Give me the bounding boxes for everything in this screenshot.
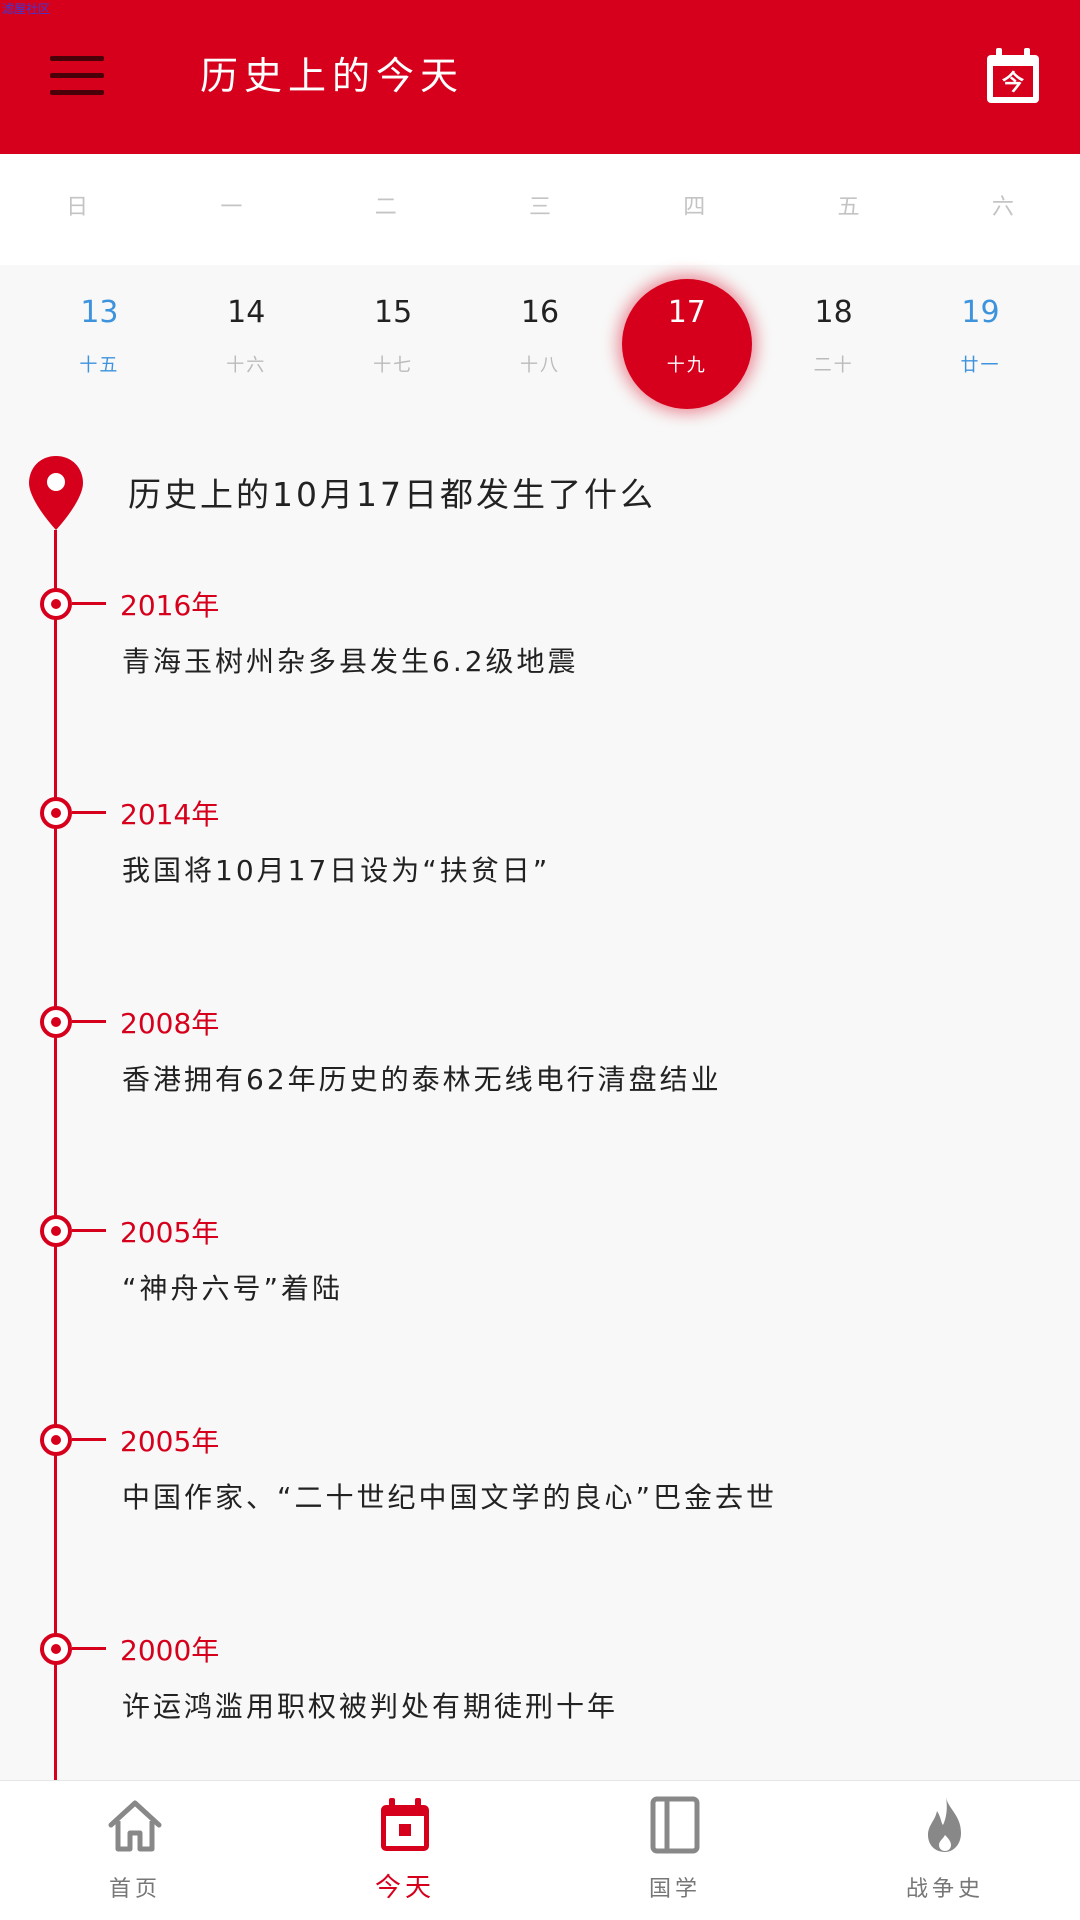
weekday-header: 日一二三四五六 bbox=[0, 154, 1080, 265]
date-number: 14 bbox=[227, 295, 266, 330]
date-cell-selected[interactable]: 17 十九 bbox=[613, 265, 760, 420]
timeline-connector bbox=[72, 1647, 106, 1650]
event-year: 2005年 bbox=[120, 1425, 220, 1458]
app-header: 历史上的今天 今 bbox=[0, 0, 1080, 154]
bottom-tab-bar: 首页 今天 国学 战争史 bbox=[0, 1780, 1080, 1920]
event-description: 香港拥有62年历史的泰林无线电行清盘结业 bbox=[122, 1063, 722, 1096]
timeline-connector bbox=[72, 1438, 106, 1441]
today-icon-char: 今 bbox=[1002, 70, 1024, 96]
page-title: 历史上的今天 bbox=[200, 54, 465, 98]
timeline-dot-icon bbox=[40, 797, 72, 829]
weekday-label: 二 bbox=[374, 195, 397, 220]
event-description: “神舟六号”着陆 bbox=[122, 1272, 344, 1305]
timeline-connector bbox=[72, 811, 106, 814]
calendar-today-icon[interactable]: 今 bbox=[984, 46, 1042, 106]
timeline-event[interactable]: 2005年 “神舟六号”着陆 bbox=[0, 1215, 1080, 1375]
section-header: 历史上的10月17日都发生了什么 bbox=[0, 450, 1080, 530]
lunar-date: 十六 bbox=[226, 355, 267, 376]
lunar-date: 廿一 bbox=[960, 355, 1001, 376]
timeline-dot-icon bbox=[40, 1215, 72, 1247]
event-description: 我国将10月17日设为“扶贫日” bbox=[122, 854, 551, 887]
weekday-label: 五 bbox=[837, 195, 860, 220]
event-description: 青海玉树州杂多县发生6.2级地震 bbox=[122, 645, 579, 678]
timeline-dot-icon bbox=[40, 1006, 72, 1038]
event-year: 2000年 bbox=[120, 1634, 220, 1667]
date-cell[interactable]: 18 二十 bbox=[760, 265, 907, 420]
location-pin-icon bbox=[29, 456, 83, 530]
event-year: 2016年 bbox=[120, 589, 220, 622]
date-cell[interactable]: 19 廿一 bbox=[907, 265, 1054, 420]
date-cell[interactable]: 14 十六 bbox=[173, 265, 320, 420]
section-title: 历史上的10月17日都发生了什么 bbox=[128, 475, 656, 514]
event-description: 中国作家、“二十世纪中国文学的良心”巴金去世 bbox=[122, 1481, 778, 1514]
timeline-dot-icon bbox=[40, 1424, 72, 1456]
weekday-label: 三 bbox=[528, 195, 551, 220]
date-cell[interactable]: 16 十八 bbox=[467, 265, 614, 420]
date-number: 15 bbox=[374, 295, 413, 330]
menu-icon[interactable] bbox=[50, 56, 104, 96]
timeline-connector bbox=[72, 1229, 106, 1232]
tab-label: 战争史 bbox=[905, 1877, 984, 1902]
date-number: 16 bbox=[520, 295, 560, 330]
lunar-date: 十八 bbox=[519, 355, 560, 376]
date-number: 17 bbox=[667, 295, 706, 330]
date-cell[interactable]: 15 十七 bbox=[320, 265, 467, 420]
timeline-dot-icon bbox=[40, 588, 72, 620]
tab-label: 首页 bbox=[108, 1877, 161, 1902]
timeline-event[interactable]: 2005年中国作家、“二十世纪中国文学的良心”巴金去世 bbox=[0, 1424, 1080, 1584]
event-description: 许运鸿滥用职权被判处有期徒刑十年 bbox=[122, 1690, 619, 1723]
timeline-connector bbox=[72, 1020, 106, 1023]
timeline-event[interactable]: 2016年青海玉树州杂多县发生6.2级地震 bbox=[0, 588, 1080, 748]
weekday-label: 一 bbox=[220, 195, 243, 220]
tab-flame[interactable]: 战争史 bbox=[810, 1781, 1080, 1920]
tab-home[interactable]: 首页 bbox=[0, 1781, 270, 1920]
lunar-date: 二十 bbox=[813, 355, 854, 376]
timeline-event[interactable]: 2014年我国将10月17日设为“扶贫日” bbox=[0, 797, 1080, 957]
timeline-event[interactable]: 2000年许运鸿滥用职权被判处有期徒刑十年 bbox=[0, 1633, 1080, 1793]
date-number: 18 bbox=[814, 295, 853, 330]
event-year: 2014年 bbox=[120, 798, 220, 831]
lunar-date: 十九 bbox=[666, 355, 707, 376]
lunar-date: 十七 bbox=[373, 355, 414, 376]
weekday-label: 四 bbox=[683, 195, 706, 220]
date-number: 19 bbox=[961, 295, 1000, 330]
date-strip: 13 十五 14 十六 15 十七 16 十八 17 十九 18 二十 19 廿一 bbox=[0, 265, 1080, 420]
lunar-date: 十五 bbox=[79, 355, 120, 376]
tab-label: 国学 bbox=[648, 1877, 701, 1902]
date-number: 13 bbox=[80, 295, 119, 330]
tab-calendar[interactable]: 今天 bbox=[270, 1781, 540, 1920]
weekday-label: 日 bbox=[66, 195, 89, 220]
tab-label: 今天 bbox=[374, 1873, 435, 1903]
date-cell[interactable]: 13 十五 bbox=[26, 265, 173, 420]
tab-book[interactable]: 国学 bbox=[540, 1781, 810, 1920]
event-year: 2008年 bbox=[120, 1007, 220, 1040]
timeline-connector bbox=[72, 602, 106, 605]
event-year: 2005年 bbox=[120, 1216, 220, 1249]
timeline-event[interactable]: 2008年香港拥有62年历史的泰林无线电行清盘结业 bbox=[0, 1006, 1080, 1166]
timeline-dot-icon bbox=[40, 1633, 72, 1665]
watermark: 滤屋社区 bbox=[2, 2, 51, 16]
weekday-label: 六 bbox=[991, 195, 1014, 220]
